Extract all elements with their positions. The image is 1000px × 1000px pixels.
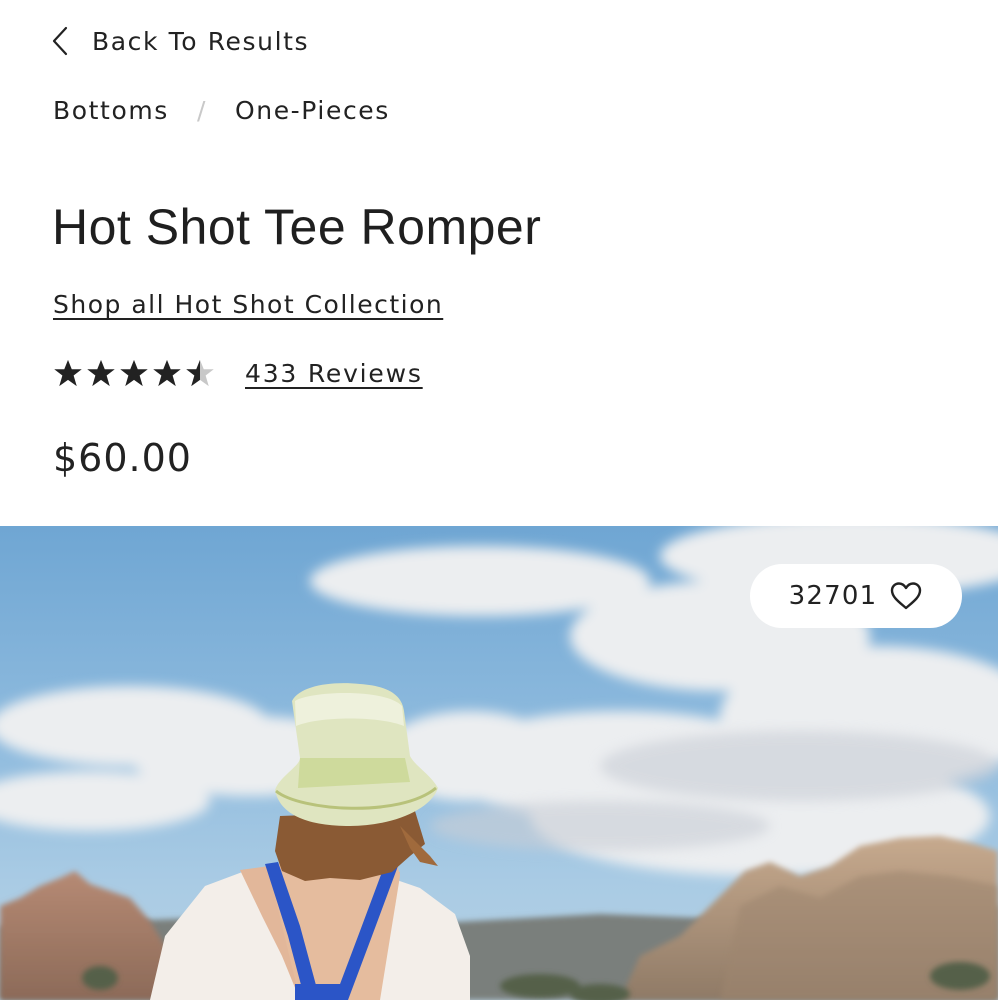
breadcrumb: Bottoms / One-Pieces: [53, 96, 390, 125]
breadcrumb-separator: /: [196, 96, 207, 125]
star-half-icon: [186, 359, 214, 387]
star-icon: [153, 359, 181, 387]
shop-collection-link[interactable]: Shop all Hot Shot Collection: [53, 290, 443, 319]
star-icon: [120, 359, 148, 387]
star-rating[interactable]: [53, 358, 215, 388]
rating-row: 433 Reviews: [53, 358, 423, 388]
star-icon: [54, 359, 82, 387]
likes-count: 32701: [788, 581, 878, 611]
product-title: Hot Shot Tee Romper: [52, 199, 542, 255]
product-price: $60.00: [53, 436, 192, 480]
breadcrumb-item-one-pieces[interactable]: One-Pieces: [235, 96, 390, 125]
product-hero-image[interactable]: 32701: [0, 526, 998, 1000]
breadcrumb-item-bottoms[interactable]: Bottoms: [53, 96, 169, 125]
product-page: Back To Results Bottoms / One-Pieces Hot…: [0, 0, 1000, 1000]
chevron-left-icon: [52, 26, 68, 56]
back-to-results-label: Back To Results: [92, 26, 310, 56]
like-button[interactable]: 32701: [750, 564, 962, 628]
back-to-results-link[interactable]: Back To Results: [50, 26, 309, 56]
star-icon: [87, 359, 115, 387]
heart-outline-icon: [891, 582, 922, 610]
reviews-link[interactable]: 433 Reviews: [245, 359, 423, 388]
